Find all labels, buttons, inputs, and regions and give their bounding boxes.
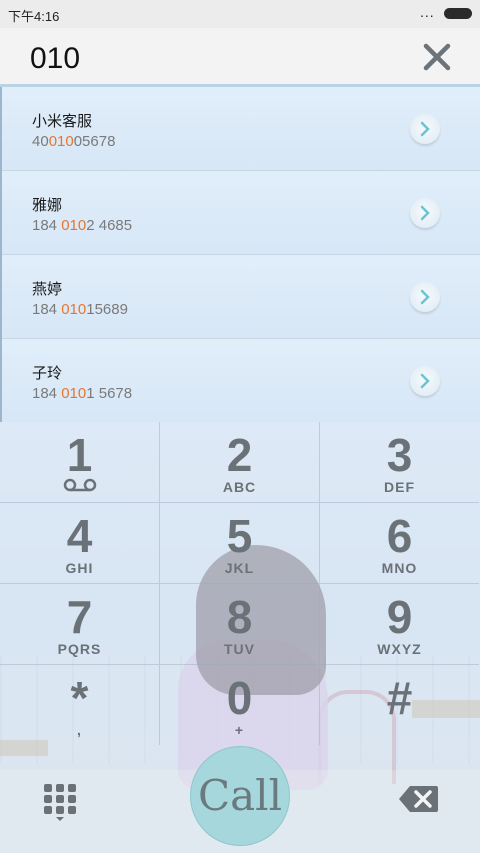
dial-key-0[interactable]: 0 + — [160, 665, 320, 745]
key-digit: 4 — [66, 510, 93, 562]
keypad-toggle-button[interactable] — [42, 782, 78, 822]
contact-row[interactable]: 燕婷 184 01015689 — [2, 255, 480, 339]
status-time: 下午4:16 — [8, 9, 60, 24]
contact-row[interactable]: 雅娜 184 0102 4685 — [2, 171, 480, 255]
contact-name: 小米客服 — [32, 113, 93, 130]
dial-key-6[interactable]: 6 MNO — [320, 503, 479, 584]
key-letters: JKL — [224, 560, 255, 576]
contact-detail-button[interactable] — [410, 198, 440, 228]
backspace-icon — [399, 786, 438, 812]
status-bar: 下午4:16 ... — [0, 0, 480, 28]
key-digit: 3 — [386, 429, 413, 481]
key-digit: * — [70, 672, 89, 724]
contact-number: 184 0101 5678 — [32, 385, 133, 402]
key-letters: + — [234, 722, 245, 738]
key-digit: 9 — [386, 591, 413, 643]
key-digit: 2 — [226, 429, 253, 481]
bottom-action-bar: Call — [0, 746, 480, 853]
dial-key-1[interactable]: 1 — [0, 422, 160, 503]
contact-row[interactable]: 小米客服 4001005678 — [2, 87, 480, 171]
chevron-right-icon — [420, 205, 430, 221]
key-digit: 8 — [226, 591, 253, 643]
delete-button[interactable] — [398, 784, 440, 814]
clear-button[interactable] — [420, 40, 454, 74]
contact-row[interactable]: 子玲 184 0101 5678 — [2, 339, 480, 422]
number-match-highlight: 010 — [61, 385, 87, 402]
number-match-highlight: 010 — [61, 301, 87, 318]
dial-key-8[interactable]: 8 TUV — [160, 584, 320, 665]
number-match-highlight: 010 — [61, 217, 87, 234]
close-icon — [423, 43, 451, 71]
key-letters: TUV — [224, 641, 255, 657]
dial-input-bar: 010 — [0, 28, 480, 87]
contact-name: 雅娜 — [32, 197, 63, 214]
call-button[interactable]: Call — [190, 746, 290, 846]
number-match-highlight: 010 — [48, 133, 74, 150]
battery-icon — [444, 8, 472, 19]
dial-key-7[interactable]: 7 PQRS — [0, 584, 160, 665]
contact-number: 4001005678 — [32, 133, 116, 150]
contact-detail-button[interactable] — [410, 114, 440, 144]
key-letters: MNO — [381, 560, 418, 576]
key-digit: 6 — [386, 510, 413, 562]
dial-key-star[interactable]: * , — [0, 665, 160, 745]
dialpad: 1 2 ABC 3 DEF 4 GHI 5 JKL 6 MNO 7 PQRS 8… — [0, 422, 480, 770]
matching-contacts-list: 小米客服 4001005678 雅娜 184 0102 4685 燕婷 184 … — [0, 87, 480, 422]
contact-detail-button[interactable] — [410, 366, 440, 396]
dial-key-hash[interactable]: # — [320, 665, 479, 745]
contact-detail-button[interactable] — [410, 282, 440, 312]
dial-key-4[interactable]: 4 GHI — [0, 503, 160, 584]
keypad-grid-icon — [44, 784, 76, 821]
contact-name: 子玲 — [32, 365, 63, 382]
contact-name: 燕婷 — [32, 281, 63, 298]
dial-key-9[interactable]: 9 WXYZ — [320, 584, 479, 665]
key-letters: , — [77, 722, 82, 738]
chevron-right-icon — [420, 289, 430, 305]
key-digit: # — [386, 672, 413, 724]
key-digit: 5 — [226, 510, 253, 562]
dial-key-3[interactable]: 3 DEF — [320, 422, 479, 503]
chevron-right-icon — [420, 121, 430, 137]
key-letters: PQRS — [57, 641, 102, 657]
key-letters: GHI — [65, 560, 94, 576]
key-digit: 0 — [226, 672, 253, 724]
status-dots: ... — [420, 4, 435, 20]
dial-key-2[interactable]: 2 ABC — [160, 422, 320, 503]
key-digit: 1 — [66, 429, 93, 481]
key-digit: 7 — [66, 591, 93, 643]
contact-number: 184 01015689 — [32, 301, 128, 318]
dialed-number-field[interactable]: 010 — [30, 42, 80, 76]
chevron-right-icon — [420, 373, 430, 389]
dial-key-5[interactable]: 5 JKL — [160, 503, 320, 584]
key-letters: DEF — [384, 479, 415, 495]
key-letters: ABC — [222, 479, 257, 495]
key-letters: WXYZ — [377, 641, 422, 657]
contact-number: 184 0102 4685 — [32, 217, 133, 234]
